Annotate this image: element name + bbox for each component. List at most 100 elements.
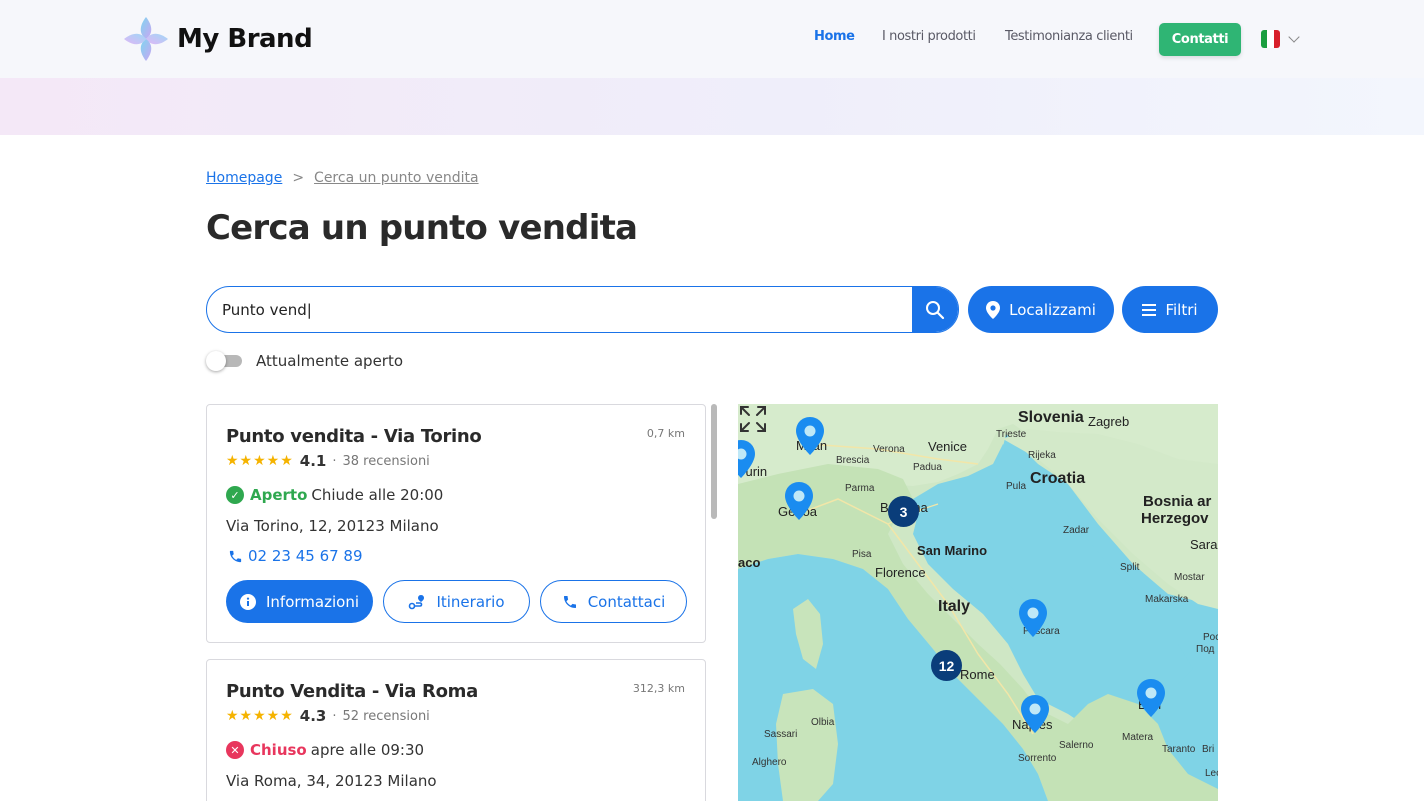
- map-label-brindisi: Bri: [1202, 744, 1215, 755]
- map-pin-icon[interactable]: [1018, 598, 1048, 638]
- map-label-alghero: Alghero: [752, 757, 787, 768]
- filters-label: Filtri: [1165, 300, 1198, 319]
- menu-lines-icon: [1142, 303, 1157, 316]
- site-header: My Brand Home I nostri prodotti Testimon…: [0, 0, 1424, 78]
- map-label-lecce: Lecc: [1205, 768, 1218, 779]
- nav-products[interactable]: I nostri prodotti: [882, 29, 976, 44]
- store-card: Punto vendita - Via Torino 0,7 km ★★★★★ …: [206, 404, 706, 643]
- map-label-olbia: Olbia: [811, 717, 835, 728]
- map-label-sorrento: Sorrento: [1018, 753, 1057, 764]
- filters-button[interactable]: Filtri: [1122, 286, 1218, 333]
- map-label-slovenia: Slovenia: [1018, 409, 1084, 426]
- breadcrumb: Homepage > Cerca un punto vendita: [206, 170, 479, 186]
- open-now-toggle[interactable]: [206, 351, 242, 371]
- map-label-italy: Italy: [938, 598, 971, 615]
- map-label-herzegovina: Herzegov: [1141, 510, 1209, 527]
- contact-store-button[interactable]: Contattaci: [540, 580, 687, 623]
- contact-store-label: Contattaci: [587, 592, 666, 611]
- map-label-trieste: Trieste: [996, 429, 1027, 440]
- locate-me-button[interactable]: Localizzami: [968, 286, 1114, 333]
- locate-me-label: Localizzami: [1009, 300, 1096, 319]
- map-label-croatia: Croatia: [1030, 470, 1086, 487]
- review-count[interactable]: 38 recensioni: [342, 454, 429, 469]
- info-icon: [240, 593, 256, 610]
- map-label-parma: Parma: [845, 483, 875, 494]
- map-pin-icon[interactable]: [795, 416, 825, 456]
- review-count[interactable]: 52 recensioni: [342, 709, 429, 724]
- open-now-label: Attualmente aperto: [256, 352, 404, 370]
- map-cluster[interactable]: 3: [888, 496, 919, 527]
- map-label-verona: Verona: [873, 444, 905, 455]
- open-now-toggle-row: Attualmente aperto: [206, 351, 403, 371]
- italy-flag-icon: [1261, 30, 1280, 48]
- brand-name: My Brand: [177, 24, 313, 54]
- info-button[interactable]: Informazioni: [226, 580, 373, 623]
- breadcrumb-home-link[interactable]: Homepage: [206, 170, 282, 186]
- store-name[interactable]: Punto Vendita - Via Roma: [226, 681, 478, 702]
- map-label-rijeka: Rijeka: [1028, 450, 1056, 461]
- map-label-brescia: Brescia: [836, 455, 870, 466]
- status-detail: Chiude alle 20:00: [311, 486, 444, 504]
- map-pin-icon[interactable]: [1136, 678, 1166, 718]
- store-map[interactable]: Slovenia Zagreb Trieste Venice Verona Br…: [738, 404, 1218, 801]
- map-label-pisa: Pisa: [852, 549, 872, 560]
- store-list: Punto vendita - Via Torino 0,7 km ★★★★★ …: [206, 404, 718, 801]
- flower-logo-icon: [124, 17, 168, 61]
- info-button-label: Informazioni: [266, 592, 359, 611]
- chevron-down-icon: [1288, 31, 1300, 43]
- route-button-label: Itinerario: [436, 592, 505, 611]
- language-selector[interactable]: [1261, 30, 1300, 48]
- map-label-podgorica-cyr: Под: [1196, 644, 1215, 655]
- rating-score: 4.1: [299, 452, 327, 470]
- map-pin-icon[interactable]: [1020, 694, 1050, 734]
- rating-score: 4.3: [299, 707, 327, 725]
- search-button[interactable]: [912, 287, 958, 332]
- map-pin-icon[interactable]: [738, 439, 756, 479]
- route-button[interactable]: Itinerario: [383, 580, 530, 623]
- rating-stars-icon: ★★★★★: [226, 453, 294, 469]
- store-distance: 312,3 km: [632, 682, 685, 695]
- store-name[interactable]: Punto vendita - Via Torino: [226, 426, 482, 447]
- contact-button[interactable]: Contatti: [1159, 23, 1241, 56]
- status-detail: apre alle 09:30: [310, 741, 425, 759]
- fullscreen-icon[interactable]: [738, 404, 768, 434]
- search-input[interactable]: [207, 287, 912, 332]
- map-label-split: Split: [1120, 562, 1140, 573]
- nav-testimonials[interactable]: Testimonianza clienti: [1005, 29, 1133, 44]
- check-circle-icon: ✓: [226, 486, 244, 504]
- store-rating: ★★★★★ 4.1 · 38 recensioni: [226, 452, 430, 470]
- nav-home[interactable]: Home: [814, 29, 855, 44]
- map-label-venice: Venice: [928, 439, 968, 454]
- store-address: Via Roma, 34, 20123 Milano: [226, 772, 437, 790]
- store-distance: 0,7 km: [646, 427, 685, 440]
- map-cluster[interactable]: 12: [931, 650, 962, 681]
- map-label-matera: Matera: [1122, 732, 1154, 743]
- map-label-pula: Pula: [1006, 481, 1027, 492]
- breadcrumb-current[interactable]: Cerca un punto vendita: [314, 170, 479, 186]
- map-label-salerno: Salerno: [1059, 740, 1094, 751]
- page-title: Cerca un punto vendita: [206, 208, 638, 248]
- list-scrollbar[interactable]: [711, 404, 717, 519]
- map-label-sassari: Sassari: [764, 729, 798, 740]
- brand-logo[interactable]: My Brand: [121, 14, 313, 64]
- map-label-sarajevo: Sara: [1190, 537, 1218, 552]
- store-status: ✓ Aperto Chiude alle 20:00: [226, 486, 443, 504]
- store-status: ✕ Chiuso apre alle 09:30: [226, 741, 424, 759]
- store-rating: ★★★★★ 4.3 · 52 recensioni: [226, 707, 430, 725]
- map-label-zagreb: Zagreb: [1088, 414, 1130, 429]
- search-bar: [206, 286, 959, 333]
- store-card: Punto Vendita - Via Roma 312,3 km ★★★★★ …: [206, 659, 706, 801]
- map-pin-icon[interactable]: [784, 481, 814, 521]
- search-icon: [926, 300, 945, 319]
- phone-icon: [563, 595, 576, 608]
- map-label-zadar: Zadar: [1063, 525, 1090, 536]
- map-label-makarska: Makarska: [1145, 594, 1189, 605]
- store-phone-link[interactable]: 02 23 45 67 89: [228, 547, 363, 565]
- map-label-taranto: Taranto: [1162, 744, 1196, 755]
- phone-icon: [229, 550, 242, 562]
- map-label-bosnia: Bosnia ar: [1143, 493, 1212, 510]
- map-label-san-marino: San Marino: [917, 543, 988, 558]
- store-address: Via Torino, 12, 20123 Milano: [226, 517, 439, 535]
- status-label: Aperto: [250, 486, 308, 504]
- map-label-podgorica: Poc: [1203, 632, 1218, 643]
